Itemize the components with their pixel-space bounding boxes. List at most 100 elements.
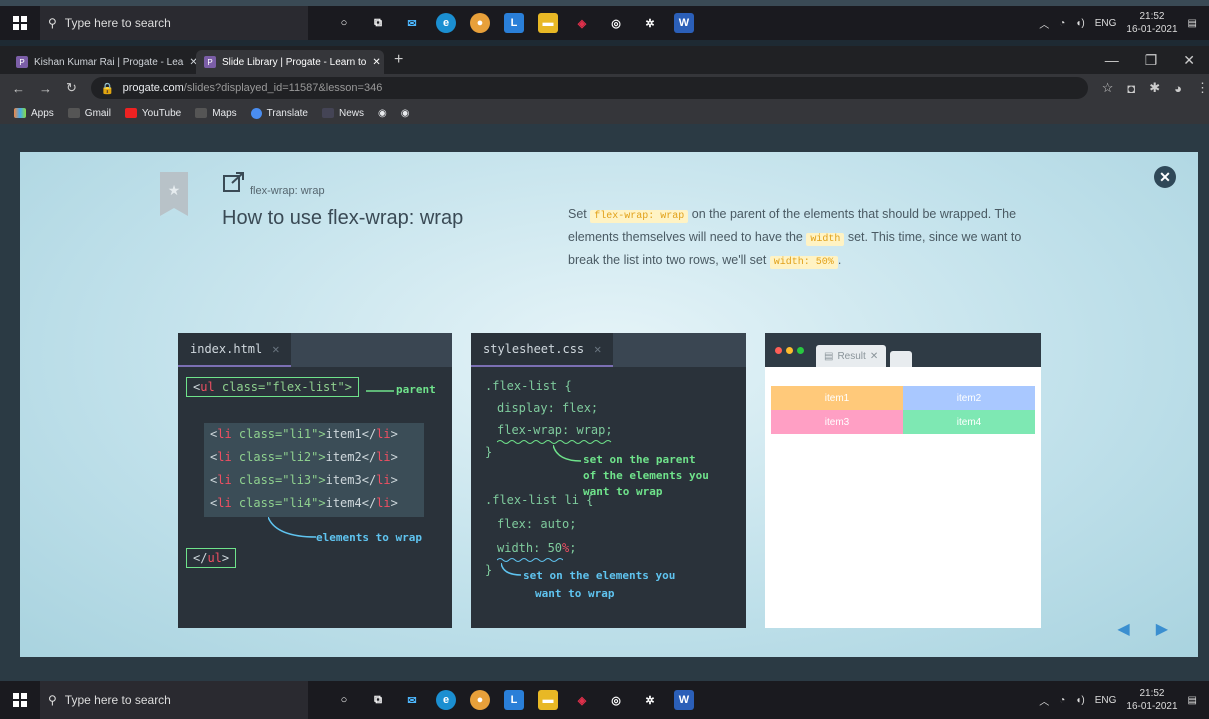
chrome-icon[interactable]: ●	[470, 13, 490, 33]
bookmark-gmail[interactable]: Gmail	[67, 108, 111, 119]
windows-icon	[13, 16, 27, 30]
slide-navigation: ◀ ▶	[1117, 619, 1168, 639]
extension-icon[interactable]: ◘	[1127, 81, 1135, 96]
close-tab-icon[interactable]: ✕	[189, 57, 196, 68]
connector-line	[366, 390, 394, 392]
bookmark-youtube[interactable]: YouTube	[124, 108, 181, 119]
app-l-icon[interactable]: L	[504, 690, 524, 710]
code-token: li	[376, 473, 391, 487]
connector-curve	[501, 563, 522, 576]
panel-tab-html[interactable]: index.html ✕	[178, 333, 292, 367]
windows-start-button[interactable]	[0, 681, 40, 719]
clock[interactable]: 21:52 16-01-2021	[1126, 10, 1177, 36]
tray-volume-icon[interactable]: ◖)	[1075, 695, 1084, 706]
forward-icon[interactable]: →	[39, 81, 52, 96]
code-token: >	[390, 473, 398, 487]
maximize-icon[interactable]: ❐	[1145, 52, 1158, 69]
tray-chevron-icon[interactable]: ︿	[1039, 16, 1049, 31]
chrome-icon[interactable]: ●	[470, 690, 490, 710]
bookmark-apps[interactable]: Apps	[14, 108, 54, 119]
code-token: ;	[569, 541, 577, 555]
app-l-icon[interactable]: L	[504, 13, 524, 33]
slide-bookmark-button[interactable]: ★	[160, 172, 188, 216]
profile-avatar[interactable]: ◕	[1174, 81, 1182, 96]
taskbar-search[interactable]: ⚲ Type here to search	[40, 681, 308, 719]
code-token: </	[361, 450, 377, 464]
settings-gear-icon[interactable]: ✲	[640, 690, 660, 710]
mail-icon[interactable]: ✉	[402, 690, 422, 710]
code-token: item1	[325, 427, 362, 441]
media-icon[interactable]: ◎	[606, 690, 626, 710]
file-explorer-icon[interactable]: ▬	[538, 690, 558, 710]
bookmark-news[interactable]: News	[322, 108, 364, 119]
cortana-icon[interactable]: ○	[334, 13, 354, 33]
wrap-note: elements to wrap	[316, 531, 422, 544]
star-bookmark-icon[interactable]: ☆	[1102, 80, 1114, 96]
result-tab[interactable]: ▤ Result ✕	[816, 345, 887, 367]
tab-label: stylesheet.css	[483, 342, 585, 356]
bookmark-maps[interactable]: Maps	[195, 108, 237, 119]
code-token: class="li1">	[231, 427, 326, 441]
ul-close-line: </ul>	[186, 548, 237, 568]
back-icon[interactable]: ←	[12, 81, 25, 96]
lock-icon: 🔒	[100, 82, 115, 95]
mail-icon[interactable]: ✉	[402, 13, 422, 33]
word-icon[interactable]: W	[674, 690, 694, 710]
code-token: item4	[325, 496, 362, 510]
external-link-icon[interactable]	[223, 172, 245, 192]
search-icon: ⚲	[48, 16, 57, 30]
task-view-icon[interactable]: ⧉	[368, 13, 388, 33]
settings-gear-icon[interactable]: ✲	[640, 13, 660, 33]
gmail-icon	[67, 108, 80, 118]
parent-css-note: want to wrap	[583, 485, 663, 498]
window-dot-yellow	[786, 346, 793, 354]
windows-start-button[interactable]	[0, 6, 40, 40]
address-bar[interactable]: 🔒 progate.com/slides?displayed_id=11587&…	[90, 77, 1088, 99]
menu-dots-icon[interactable]: ⋮	[1196, 80, 1209, 96]
globe-icon: ◉	[378, 107, 387, 119]
word-icon[interactable]: W	[674, 13, 694, 33]
browser-tab-2[interactable]: P Slide Library | Progate - Learn to ✕	[196, 50, 384, 74]
tray-chevron-icon[interactable]: ︿	[1039, 693, 1049, 708]
tray-volume-icon[interactable]: ◖)	[1075, 18, 1084, 29]
css-declaration: width: 50%;	[497, 541, 577, 555]
notification-icon[interactable]: ▤	[1188, 18, 1197, 29]
bookmark-translate[interactable]: Translate	[250, 107, 308, 119]
file-explorer-icon[interactable]: ▬	[538, 13, 558, 33]
task-view-icon[interactable]: ⧉	[368, 690, 388, 710]
search-placeholder: Type here to search	[64, 693, 171, 707]
clock-date: 16-01-2021	[1126, 24, 1178, 35]
mcafee-icon[interactable]: ◈	[572, 690, 592, 710]
tray-network-icon[interactable]: ◔	[1059, 18, 1065, 29]
new-tab-button[interactable]: +	[384, 51, 413, 69]
taskbar-search[interactable]: ⚲ Type here to search	[40, 6, 308, 40]
previous-arrow-icon[interactable]: ◀	[1117, 619, 1129, 639]
panel-tab-css[interactable]: stylesheet.css ✕	[471, 333, 614, 367]
bookmark-globe-2[interactable]: ◉	[401, 108, 410, 119]
close-window-icon[interactable]: ✕	[1183, 52, 1195, 69]
browser-tab-1[interactable]: P Kishan Kumar Rai | Progate - Lea ✕	[8, 50, 196, 74]
mcafee-icon[interactable]: ◈	[572, 13, 592, 33]
result-preview: ▤ Result ✕ item1 item2 item3 item4	[765, 333, 1041, 628]
result-new-tab[interactable]	[890, 351, 913, 367]
minimize-icon[interactable]: —	[1105, 52, 1119, 69]
media-icon[interactable]: ◎	[606, 13, 626, 33]
css-selector: .flex-list {	[485, 379, 572, 393]
bookmark-globe-1[interactable]: ◉	[378, 108, 387, 119]
language-indicator[interactable]: ENG	[1095, 18, 1117, 29]
next-arrow-icon[interactable]: ▶	[1156, 619, 1168, 639]
cortana-icon[interactable]: ○	[334, 690, 354, 710]
connector-curve	[553, 445, 582, 462]
reload-icon[interactable]: ↻	[66, 80, 77, 96]
extensions-puzzle-icon[interactable]: ✱	[1149, 80, 1160, 96]
close-tab-icon[interactable]: ✕	[372, 57, 380, 68]
language-indicator[interactable]: ENG	[1095, 695, 1117, 706]
notification-icon[interactable]: ▤	[1188, 695, 1197, 706]
clock[interactable]: 21:52 16-01-2021	[1126, 687, 1177, 713]
close-slide-button[interactable]: ✕	[1154, 166, 1176, 188]
tray-network-icon[interactable]: ◔	[1059, 695, 1065, 706]
edge-icon[interactable]: e	[436, 690, 456, 710]
slide: ★ flex-wrap: wrap How to use flex-wrap: …	[20, 152, 1198, 657]
edge-icon[interactable]: e	[436, 13, 456, 33]
star-icon: ★	[167, 182, 181, 198]
